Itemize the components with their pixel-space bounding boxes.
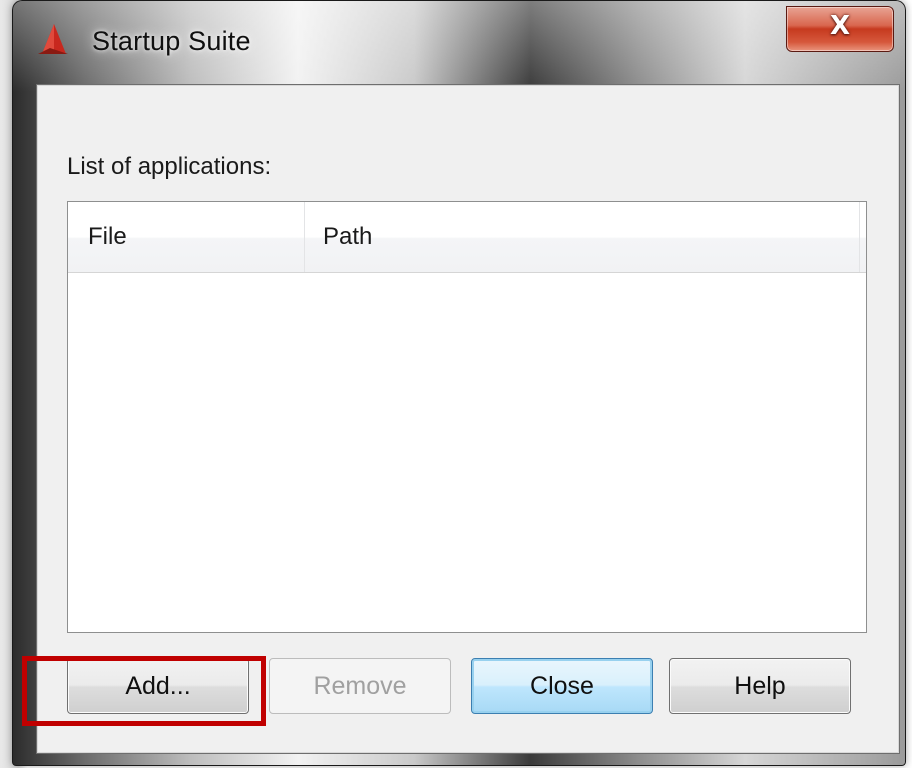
dialog-client-area: List of applications: File Path Add... R… bbox=[36, 84, 900, 754]
add-button[interactable]: Add... bbox=[67, 658, 249, 714]
help-button[interactable]: Help bbox=[669, 658, 851, 714]
autocad-logo-icon bbox=[38, 24, 68, 54]
close-button[interactable]: Close bbox=[471, 658, 653, 714]
column-header-path[interactable]: Path bbox=[305, 202, 860, 272]
title-bar[interactable]: Startup Suite X bbox=[12, 0, 906, 84]
remove-button: Remove bbox=[269, 658, 451, 714]
list-body-empty[interactable] bbox=[68, 273, 866, 632]
window-title: Startup Suite bbox=[92, 26, 251, 56]
column-header-file[interactable]: File bbox=[68, 202, 305, 272]
screen: Startup Suite X List of applications: Fi… bbox=[0, 0, 912, 768]
applications-list[interactable]: File Path bbox=[67, 201, 867, 633]
list-of-applications-label: List of applications: bbox=[67, 153, 272, 180]
list-header: File Path bbox=[68, 202, 866, 273]
close-icon: X bbox=[829, 11, 851, 41]
window-close-button[interactable]: X bbox=[786, 6, 894, 52]
startup-suite-dialog: Startup Suite X List of applications: Fi… bbox=[12, 0, 906, 766]
